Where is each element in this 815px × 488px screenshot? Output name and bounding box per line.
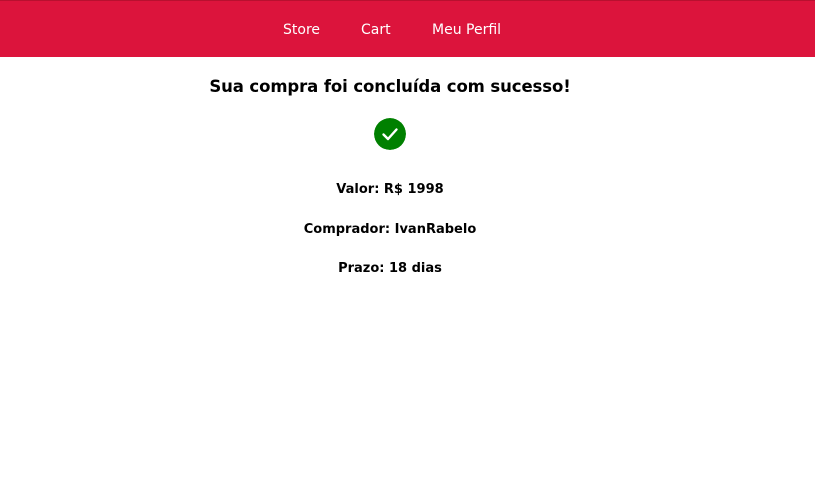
purchase-deadline: Prazo: 18 dias xyxy=(338,261,442,276)
top-navigation-bar: Store Cart Meu Perfil xyxy=(0,0,815,57)
check-circle-icon xyxy=(374,118,406,150)
confirmation-title: Sua compra foi concluída com sucesso! xyxy=(209,77,571,96)
nav-profile-link[interactable]: Meu Perfil xyxy=(432,21,501,39)
purchase-value: Valor: R$ 1998 xyxy=(336,182,444,197)
nav-store-link[interactable]: Store xyxy=(283,21,320,39)
nav-cart-link[interactable]: Cart xyxy=(361,21,391,39)
check-circle-background xyxy=(374,118,406,150)
purchase-buyer: Comprador: IvanRabelo xyxy=(303,222,477,237)
purchase-confirmation: Sua compra foi concluída com sucesso! Va… xyxy=(0,57,815,488)
